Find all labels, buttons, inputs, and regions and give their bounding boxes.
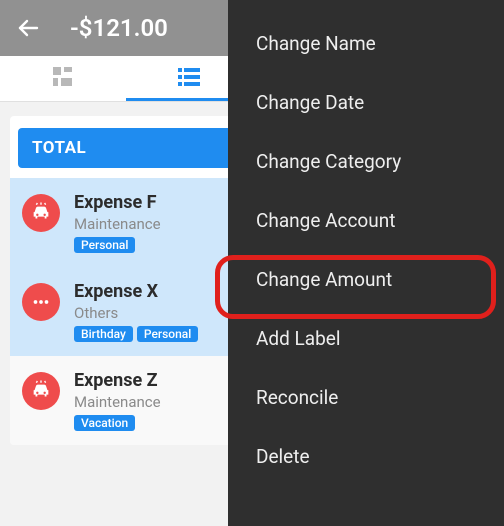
grid-icon bbox=[53, 67, 73, 91]
menu-change-name[interactable]: Change Name bbox=[228, 14, 504, 73]
tag: Personal bbox=[137, 326, 198, 342]
menu-change-amount[interactable]: Change Amount bbox=[228, 250, 504, 309]
menu-change-account[interactable]: Change Account bbox=[228, 191, 504, 250]
back-button[interactable] bbox=[14, 14, 42, 42]
tag: Personal bbox=[74, 237, 135, 253]
menu-reconcile[interactable]: Reconcile bbox=[228, 368, 504, 427]
menu-delete[interactable]: Delete bbox=[228, 427, 504, 486]
car-icon bbox=[22, 194, 60, 232]
car-icon bbox=[22, 372, 60, 410]
dots-icon bbox=[22, 283, 60, 321]
tag: Birthday bbox=[74, 326, 133, 342]
menu-change-category[interactable]: Change Category bbox=[228, 132, 504, 191]
tab-dashboard[interactable] bbox=[0, 56, 126, 101]
tag: Vacation bbox=[74, 415, 135, 431]
menu-change-date[interactable]: Change Date bbox=[228, 73, 504, 132]
menu-add-label[interactable]: Add Label bbox=[228, 309, 504, 368]
app-screen: -$121.00 bbox=[0, 0, 504, 526]
list-icon bbox=[178, 67, 200, 91]
header-amount: -$121.00 bbox=[70, 14, 168, 42]
context-menu: Change Name Change Date Change Category … bbox=[228, 0, 504, 526]
